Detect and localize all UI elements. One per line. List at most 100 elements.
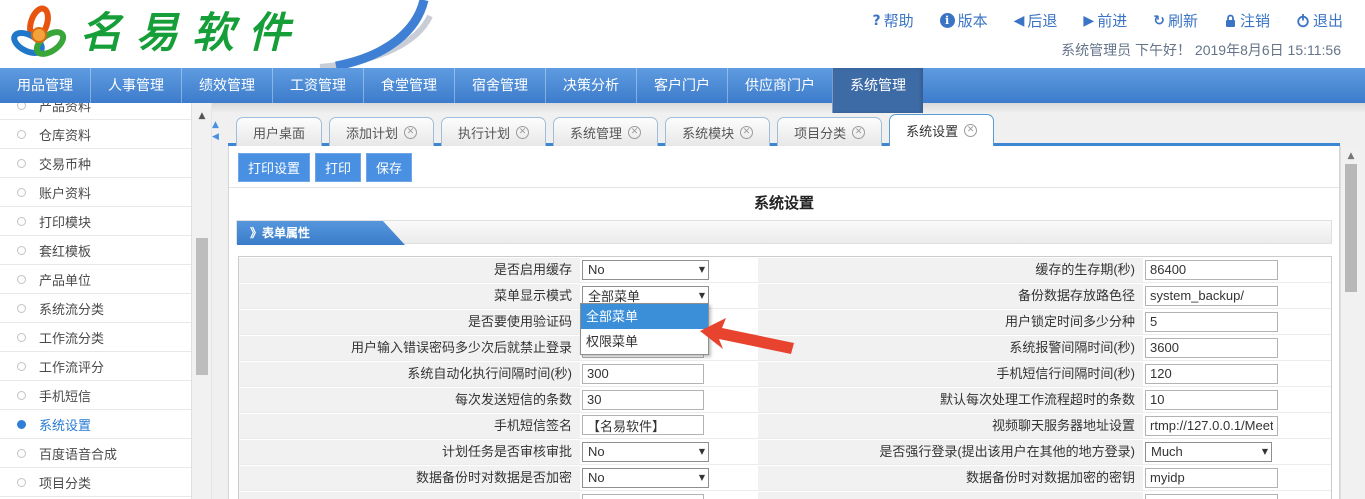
form-input[interactable] — [1145, 494, 1278, 499]
header-link-帮助[interactable]: ?帮助 — [872, 10, 913, 31]
form-select[interactable]: Much▼ — [1145, 442, 1272, 462]
form-label: 手机短信行间隔时间(秒) — [758, 362, 1143, 386]
form-control-cell — [1143, 390, 1331, 410]
sidebar-item-系统设置[interactable]: 系统设置 — [0, 410, 191, 439]
form-input[interactable] — [582, 494, 704, 499]
form-select[interactable]: No▼ — [582, 468, 709, 488]
main-navbar: 用品管理人事管理绩效管理工资管理食堂管理宿舍管理决策分析客户门户供应商门户系统管… — [0, 68, 1365, 103]
save-button[interactable]: 保存 — [366, 153, 412, 182]
sidebar-scroll-up-icon[interactable]: ▲ — [192, 111, 212, 121]
sidebar-item-套红模板[interactable]: 套红模板 — [0, 236, 191, 265]
logo-center-dot — [32, 28, 46, 42]
form-input[interactable] — [1145, 286, 1278, 306]
form-select[interactable]: No▼ — [582, 442, 709, 462]
tab-close-icon[interactable]: ✕ — [516, 126, 529, 139]
sidebar-item-产品单位[interactable]: 产品单位 — [0, 265, 191, 294]
form-input[interactable] — [1145, 390, 1278, 410]
header-link-label: 退出 — [1313, 10, 1343, 31]
tab-系统管理[interactable]: 系统管理✕ — [553, 117, 658, 146]
nav-item-人事管理[interactable]: 人事管理 — [90, 68, 181, 103]
header-link-退出[interactable]: 退出 — [1296, 10, 1343, 31]
tab-添加计划[interactable]: 添加计划✕ — [329, 117, 434, 146]
form-label: 用户锁定时间多少分种 — [758, 310, 1143, 334]
form-input[interactable] — [1145, 364, 1278, 384]
tab-用户桌面[interactable]: 用户桌面 — [236, 117, 322, 146]
chevron-down-icon: ▼ — [1262, 447, 1268, 456]
form-select[interactable]: No▼ — [582, 260, 709, 280]
form-input[interactable] — [1145, 338, 1278, 358]
nav-item-系统管理[interactable]: 系统管理 — [832, 68, 923, 113]
main-scrollbar[interactable]: ▲ — [1340, 146, 1360, 499]
form-input[interactable] — [582, 390, 704, 410]
main-scrollbar-thumb[interactable] — [1345, 164, 1357, 292]
print-button[interactable]: 打印 — [315, 153, 361, 182]
header-link-后退[interactable]: ◀后退 — [1014, 10, 1058, 31]
form-input[interactable] — [1145, 416, 1278, 436]
form-label: 每次发送短信的条数 — [239, 388, 580, 412]
header-link-label: 帮助 — [884, 10, 914, 31]
nav-item-工资管理[interactable]: 工资管理 — [272, 68, 363, 103]
tab-close-icon[interactable]: ✕ — [852, 126, 865, 139]
sidebar-item-交易币种[interactable]: 交易币种 — [0, 149, 191, 178]
tabs-bar: 用户桌面 添加计划✕执行计划✕系统管理✕系统模块✕项目分类✕系统设置✕ — [236, 114, 994, 146]
dropdown-option-权限菜单[interactable]: 权限菜单 — [581, 329, 708, 354]
form-input[interactable] — [1145, 260, 1278, 280]
tab-系统模块[interactable]: 系统模块✕ — [665, 117, 770, 146]
chevron-down-icon: ▼ — [699, 291, 705, 300]
tab-close-icon[interactable]: ✕ — [964, 124, 977, 137]
nav-item-供应商门户[interactable]: 供应商门户 — [727, 68, 832, 103]
header-link-注销[interactable]: 注销 — [1224, 10, 1270, 31]
sidebar-item-仓库资料[interactable]: 仓库资料 — [0, 120, 191, 149]
form-input[interactable] — [1145, 312, 1278, 332]
section-header-tab[interactable]: 》表单属性 — [237, 221, 405, 245]
tab-close-icon[interactable]: ✕ — [404, 126, 417, 139]
nav-collapse-button[interactable]: ⌃ — [1344, 6, 1357, 24]
nav-item-宿舍管理[interactable]: 宿舍管理 — [454, 68, 545, 103]
dropdown-option-全部菜单[interactable]: 全部菜单 — [581, 304, 708, 329]
tab-执行计划[interactable]: 执行计划✕ — [441, 117, 546, 146]
print-settings-button[interactable]: 打印设置 — [238, 153, 310, 182]
nav-item-食堂管理[interactable]: 食堂管理 — [363, 68, 454, 103]
sidebar-item-系统流分类[interactable]: 系统流分类 — [0, 294, 191, 323]
radio-icon — [17, 188, 26, 197]
sidebar-item-工作流评分[interactable]: 工作流评分 — [0, 352, 191, 381]
section-title: 表单属性 — [262, 226, 310, 240]
form-input[interactable] — [582, 364, 704, 384]
form-input[interactable] — [1145, 468, 1278, 488]
panel-collapse-controls: ▲ ◀ — [212, 120, 224, 142]
sidebar-item-手机短信[interactable]: 手机短信 — [0, 381, 191, 410]
tab-系统设置[interactable]: 系统设置✕ — [889, 114, 994, 146]
header-link-版本[interactable]: i版本 — [940, 10, 988, 31]
tab-close-icon[interactable]: ✕ — [628, 126, 641, 139]
main-scroll-up-icon[interactable]: ▲ — [1341, 151, 1361, 161]
nav-item-用品管理[interactable]: 用品管理 — [0, 68, 90, 103]
sidebar-item-打印模块[interactable]: 打印模块 — [0, 207, 191, 236]
status-text: 系统管理员 下午好！ 2019年8月6日 15:11:56 — [1061, 40, 1341, 60]
sidebar-item-label: 项目分类 — [39, 473, 91, 492]
sidebar-item-产品资料[interactable]: 产品资料 — [0, 103, 191, 120]
sidebar-item-label: 手机短信 — [39, 386, 91, 405]
panel-collapse-up-icon[interactable]: ▲ — [212, 120, 224, 130]
form-label — [758, 492, 1143, 499]
sidebar-item-账户资料[interactable]: 账户资料 — [0, 178, 191, 207]
sidebar-item-百度语音合成[interactable]: 百度语音合成 — [0, 439, 191, 468]
sidebar-scrollbar[interactable]: ▲ — [192, 103, 212, 499]
form-input[interactable] — [582, 415, 704, 435]
sidebar-item-工作流分类[interactable]: 工作流分类 — [0, 323, 191, 352]
tab-label: 用户桌面 — [253, 123, 305, 142]
form-label: 视频聊天服务器地址设置 — [758, 414, 1143, 438]
form-row: 数据备份时对数据是否加密No▼数据备份时对数据加密的密钥 — [239, 465, 1331, 491]
nav-item-绩效管理[interactable]: 绩效管理 — [181, 68, 272, 103]
radio-icon — [17, 420, 26, 429]
nav-item-客户门户[interactable]: 客户门户 — [636, 68, 727, 103]
header-link-刷新[interactable]: ↻刷新 — [1153, 10, 1198, 31]
tab-close-icon[interactable]: ✕ — [740, 126, 753, 139]
sidebar-item-项目分类[interactable]: 项目分类 — [0, 468, 191, 497]
sidebar-scrollbar-thumb[interactable] — [196, 238, 208, 375]
panel-collapse-left-icon[interactable]: ◀ — [212, 132, 224, 142]
select-value: No — [588, 262, 605, 277]
header-link-前进[interactable]: ▶前进 — [1083, 10, 1127, 31]
tab-项目分类[interactable]: 项目分类✕ — [777, 117, 882, 146]
header-wave-decoration — [318, 0, 448, 68]
nav-item-决策分析[interactable]: 决策分析 — [545, 68, 636, 103]
